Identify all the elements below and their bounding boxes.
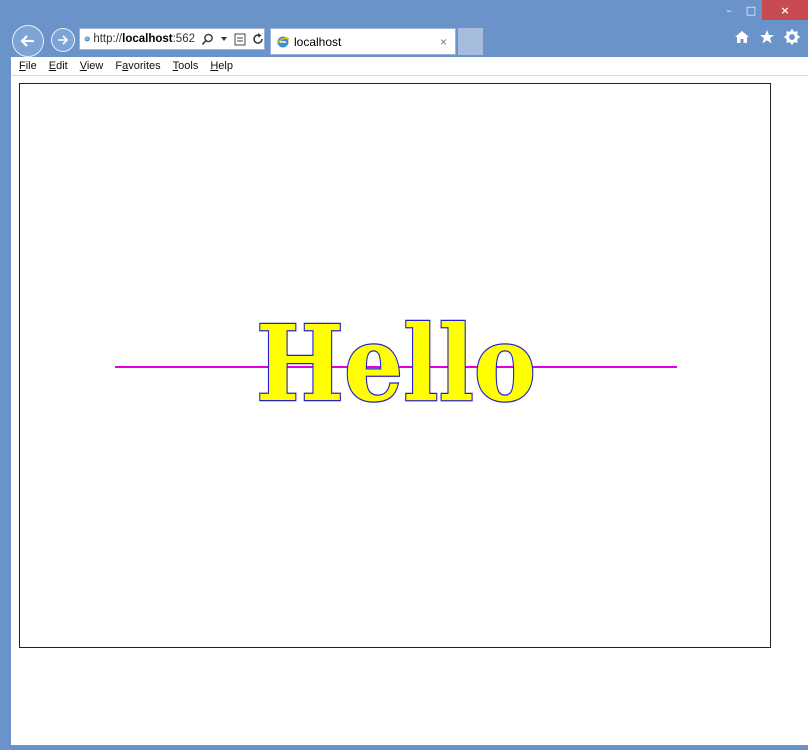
menu-view[interactable]: View bbox=[80, 60, 104, 72]
window-bottom-border bbox=[0, 745, 808, 750]
close-window-button[interactable]: × bbox=[762, 0, 808, 20]
address-bar[interactable]: http://localhost:562 bbox=[79, 28, 265, 50]
minimize-button[interactable]: – bbox=[718, 0, 740, 20]
canvas: Hello bbox=[19, 83, 771, 648]
dropdown-arrow-icon[interactable] bbox=[220, 36, 228, 42]
compatibility-view-icon[interactable] bbox=[234, 33, 246, 46]
page-content: Hello bbox=[11, 76, 808, 745]
menu-favorites[interactable]: Favorites bbox=[115, 60, 160, 72]
hello-text: Hello bbox=[256, 302, 536, 425]
menu-tools[interactable]: Tools bbox=[173, 60, 199, 72]
title-bar: http://localhost:562 localhost × – □ × bbox=[0, 0, 808, 57]
browser-window: http://localhost:562 localhost × – □ × F… bbox=[0, 0, 808, 750]
home-icon[interactable] bbox=[734, 29, 750, 45]
menu-file[interactable]: File bbox=[19, 60, 37, 72]
tab-close-icon[interactable]: × bbox=[440, 35, 447, 49]
window-controls: – □ × bbox=[718, 0, 808, 20]
refresh-icon[interactable] bbox=[252, 33, 264, 45]
forward-button[interactable] bbox=[51, 28, 75, 52]
settings-gear-icon[interactable] bbox=[784, 29, 800, 45]
back-arrow-icon bbox=[20, 35, 34, 47]
toolbar-icons bbox=[734, 29, 800, 45]
menu-edit[interactable]: Edit bbox=[49, 60, 68, 72]
menu-bar: File Edit View Favorites Tools Help bbox=[11, 57, 808, 76]
favorites-star-icon[interactable] bbox=[759, 29, 775, 45]
address-url: http://localhost:562 bbox=[93, 33, 195, 45]
menu-help[interactable]: Help bbox=[210, 60, 233, 72]
maximize-button[interactable]: □ bbox=[740, 0, 762, 20]
new-tab-button[interactable] bbox=[458, 28, 483, 55]
tab-localhost[interactable]: localhost × bbox=[270, 28, 456, 55]
search-icon[interactable] bbox=[201, 33, 214, 46]
forward-arrow-icon bbox=[58, 35, 69, 45]
canvas-drawing: Hello bbox=[115, 301, 677, 426]
tab-title: localhost bbox=[294, 34, 342, 49]
ie-logo-icon bbox=[84, 36, 91, 42]
back-button[interactable] bbox=[12, 25, 44, 57]
tab-ie-logo-icon bbox=[276, 36, 290, 47]
